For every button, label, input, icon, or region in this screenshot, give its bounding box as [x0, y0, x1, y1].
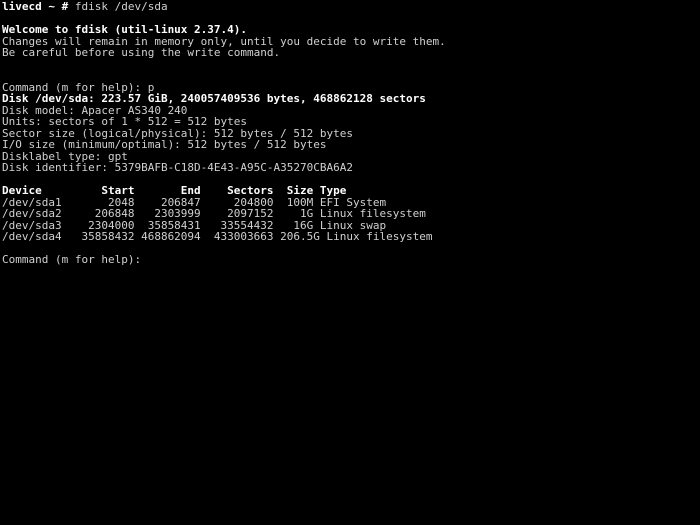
- shell-prompt-line: livecd ~ # fdisk /dev/sda: [2, 1, 700, 13]
- terminal-window[interactable]: livecd ~ # fdisk /dev/sda Welcome to fdi…: [0, 0, 700, 525]
- prompt-space-2: [55, 0, 62, 13]
- command-prompt-line-2[interactable]: Command (m for help):: [2, 254, 700, 266]
- disk-units-line: Units: sectors of 1 * 512 = 512 bytes: [2, 115, 248, 128]
- disk-summary-line: Disk /dev/sda: 223.57 GiB, 240057409536 …: [2, 92, 426, 105]
- fdisk-notice-line-2: Be careful before using the write comman…: [2, 46, 281, 59]
- fdisk-welcome-line: Welcome to fdisk (util-linux 2.37.4).: [2, 23, 248, 36]
- prompt-path: ~: [48, 0, 55, 13]
- table-row: /dev/sda2 206848 2303999 2097152 1G Linu…: [2, 207, 426, 220]
- partition-table-header: Device Start End Sectors Size Type: [2, 184, 347, 197]
- disk-identifier-line: Disk identifier: 5379BAFB-C18D-4E43-A95C…: [2, 161, 353, 174]
- prompt-space-3: [68, 0, 75, 13]
- prompt-command: fdisk /dev/sda: [74, 0, 168, 13]
- table-row: /dev/sda4 35858432 468862094 433003663 2…: [2, 230, 433, 243]
- disk-io-size-line: I/O size (minimum/optimal): 512 bytes / …: [2, 138, 327, 151]
- prompt-host: livecd: [2, 0, 42, 13]
- command-prompt-label-2: Command (m for help):: [2, 253, 148, 266]
